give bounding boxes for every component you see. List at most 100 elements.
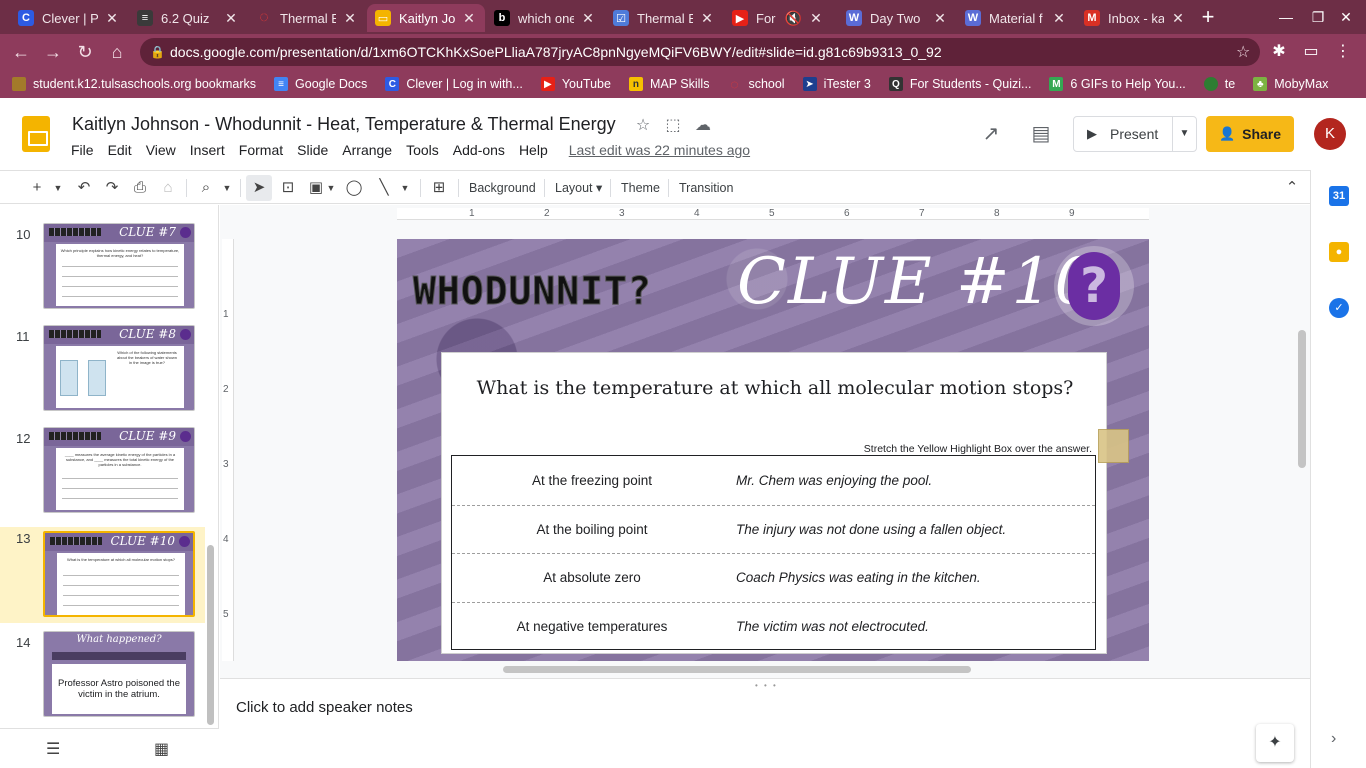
- filmstrip-slide-14[interactable]: 14 What happened? Professor Astro poison…: [0, 631, 205, 728]
- filmstrip-slide-12[interactable]: 12 CLUE #9 ____ measures the average kin…: [0, 427, 205, 527]
- text-box-icon[interactable]: ⊡: [276, 175, 300, 201]
- forward-button[interactable]: →: [40, 39, 66, 65]
- explore-icon[interactable]: ✦: [1256, 724, 1294, 762]
- chevron-down-icon[interactable]: ▼: [50, 175, 66, 201]
- instruction-text[interactable]: Stretch the Yellow Highlight Box over th…: [864, 443, 1092, 455]
- address-bar[interactable]: 🔒 docs.google.com/presentation/d/1xm6OTC…: [140, 38, 1260, 66]
- clue-title[interactable]: CLUE #10: [737, 245, 1097, 319]
- reload-button[interactable]: ↻: [72, 39, 98, 65]
- answer-option[interactable]: At the freezing point: [452, 473, 732, 488]
- close-icon[interactable]: ✕: [461, 10, 477, 27]
- bookmark-google-docs[interactable]: ≡ Google Docs: [274, 77, 367, 91]
- layout-button[interactable]: Layout ▾: [555, 175, 602, 201]
- browser-tab-thermal[interactable]: ◌ Thermal E ✕: [248, 4, 366, 32]
- chevron-down-icon[interactable]: ▼: [220, 175, 234, 201]
- bookmark-gifs[interactable]: M6 GIFs to Help You...: [1049, 77, 1186, 91]
- table-row[interactable]: At negative temperatures The victim was …: [452, 601, 1095, 651]
- browser-tab-youtube[interactable]: ▶ For Ki 🔇 ✕: [724, 4, 832, 32]
- bookmark-star-icon[interactable]: ☆: [1236, 42, 1260, 62]
- new-slide-icon[interactable]: +: [26, 175, 48, 201]
- slide-thumbnail[interactable]: CLUE #9 ____ measures the average kineti…: [43, 427, 195, 513]
- star-icon[interactable]: ☆: [632, 115, 654, 137]
- close-icon[interactable]: ✕: [1051, 10, 1067, 27]
- paint-format-icon[interactable]: ⌂: [156, 175, 180, 201]
- background-button[interactable]: Background: [469, 175, 536, 201]
- select-cursor-icon[interactable]: ➤: [246, 175, 272, 201]
- line-icon[interactable]: ╲: [372, 175, 396, 201]
- table-row[interactable]: At absolute zero Coach Physics was eatin…: [452, 553, 1095, 602]
- close-icon[interactable]: ✕: [342, 10, 358, 27]
- clue-text[interactable]: The victim was not electrocuted.: [732, 619, 929, 634]
- bookmark-youtube[interactable]: ▶ YouTube: [540, 77, 611, 91]
- browser-tab-forms[interactable]: ☑ Thermal E ✕: [605, 4, 723, 32]
- yellow-highlight-box[interactable]: [1098, 429, 1129, 463]
- menu-help[interactable]: Help: [512, 140, 555, 160]
- canvas-vertical-scrollbar[interactable]: [1298, 330, 1306, 468]
- close-icon[interactable]: ✕: [104, 10, 120, 27]
- question-card[interactable]: What is the temperature at which all mol…: [441, 352, 1107, 654]
- window-close-button[interactable]: ✕: [1326, 6, 1366, 28]
- close-icon[interactable]: ✕: [932, 10, 948, 27]
- filmstrip-slide-10[interactable]: 10 CLUE #7 Which principle explains how …: [0, 223, 205, 323]
- share-button[interactable]: 👤 Share: [1206, 116, 1294, 152]
- close-icon[interactable]: ✕: [580, 10, 596, 27]
- menu-view[interactable]: View: [139, 140, 183, 160]
- close-icon[interactable]: ✕: [808, 10, 824, 27]
- browser-tab-clever[interactable]: C Clever | Po ✕: [10, 4, 128, 32]
- speaker-notes[interactable]: • • • Click to add speaker notes: [220, 678, 1310, 768]
- document-title[interactable]: Kaitlyn Johnson - Whodunnit - Heat, Temp…: [72, 114, 616, 135]
- menu-arrange[interactable]: Arrange: [335, 140, 399, 160]
- collapse-toolbar-icon[interactable]: ⌃: [1280, 175, 1304, 201]
- bookmark-map-skills[interactable]: n MAP Skills: [628, 77, 709, 91]
- cloud-status-icon[interactable]: ☁: [692, 115, 714, 137]
- theme-button[interactable]: Theme: [621, 175, 660, 201]
- clue-text[interactable]: Mr. Chem was enjoying the pool.: [732, 473, 932, 488]
- chevron-down-icon[interactable]: ▼: [325, 175, 337, 201]
- browser-tab-slides-active[interactable]: ▭ Kaitlyn Jo ✕: [367, 4, 485, 32]
- resize-handle[interactable]: • • •: [755, 681, 778, 690]
- extensions-icon[interactable]: ✱: [1266, 39, 1292, 65]
- question-mark-icon[interactable]: ?: [1068, 252, 1120, 320]
- answer-option[interactable]: At absolute zero: [452, 570, 732, 585]
- bookmark-folder[interactable]: student.k12.tulsaschools.org bookmarks: [12, 77, 256, 91]
- close-icon[interactable]: ✕: [1170, 10, 1186, 27]
- chevron-right-icon[interactable]: ›: [1331, 730, 1336, 748]
- slide-thumbnail[interactable]: CLUE #8 Which of the following statement…: [43, 325, 195, 411]
- menu-format[interactable]: Format: [232, 140, 290, 160]
- last-edit-link[interactable]: Last edit was 22 minutes ago: [569, 142, 750, 158]
- add-comment-icon[interactable]: ⊞: [426, 175, 452, 201]
- chrome-menu-icon[interactable]: ⋮: [1330, 39, 1356, 65]
- slide-thumbnail[interactable]: CLUE #10 What is the temperature at whic…: [43, 531, 195, 617]
- keep-icon[interactable]: ●: [1329, 242, 1349, 262]
- answer-option[interactable]: At the boiling point: [452, 522, 732, 537]
- transition-button[interactable]: Transition: [679, 175, 733, 201]
- browser-tab-wp-1[interactable]: W Day Two ✕: [838, 4, 956, 32]
- calendar-icon[interactable]: 31: [1329, 186, 1349, 206]
- menu-insert[interactable]: Insert: [183, 140, 232, 160]
- print-icon[interactable]: ⎙: [128, 175, 152, 201]
- list-view-icon[interactable]: ☰: [46, 739, 60, 759]
- redo-icon[interactable]: ↷: [100, 175, 124, 201]
- shape-icon[interactable]: ◯: [342, 175, 366, 201]
- bookmark-mobymax[interactable]: ♣ MobyMax: [1253, 77, 1328, 91]
- canvas-horizontal-scrollbar[interactable]: [503, 666, 971, 673]
- undo-icon[interactable]: ↶: [72, 175, 96, 201]
- avatar[interactable]: K: [1314, 118, 1346, 150]
- comments-icon[interactable]: ▤: [1027, 120, 1055, 148]
- table-row[interactable]: At the freezing point Mr. Chem was enjoy…: [452, 456, 1095, 505]
- present-button[interactable]: ▶ Present ▼: [1073, 116, 1197, 152]
- answer-option[interactable]: At negative temperatures: [452, 619, 732, 634]
- browser-tab-quiz[interactable]: ≡ 6.2 Quiz ✕: [129, 4, 247, 32]
- move-folder-icon[interactable]: ⬚: [662, 115, 684, 137]
- browser-tab-brainly[interactable]: b which one ✕: [486, 4, 604, 32]
- filmstrip-slide-13-selected[interactable]: 13 CLUE #10 What is the temperature at w…: [0, 527, 205, 623]
- filmstrip-slide-11[interactable]: 11 CLUE #8 Which of the following statem…: [0, 325, 205, 425]
- filmstrip-scrollbar[interactable]: [207, 545, 214, 725]
- menu-edit[interactable]: Edit: [101, 140, 139, 160]
- bookmark-school[interactable]: ◌ school: [727, 76, 784, 92]
- zoom-icon[interactable]: ⌕: [194, 175, 218, 201]
- menu-addons[interactable]: Add-ons: [446, 140, 512, 160]
- cast-icon[interactable]: ▭: [1298, 39, 1324, 65]
- tasks-icon[interactable]: ✓: [1329, 298, 1349, 318]
- chevron-down-icon[interactable]: ▼: [398, 175, 412, 201]
